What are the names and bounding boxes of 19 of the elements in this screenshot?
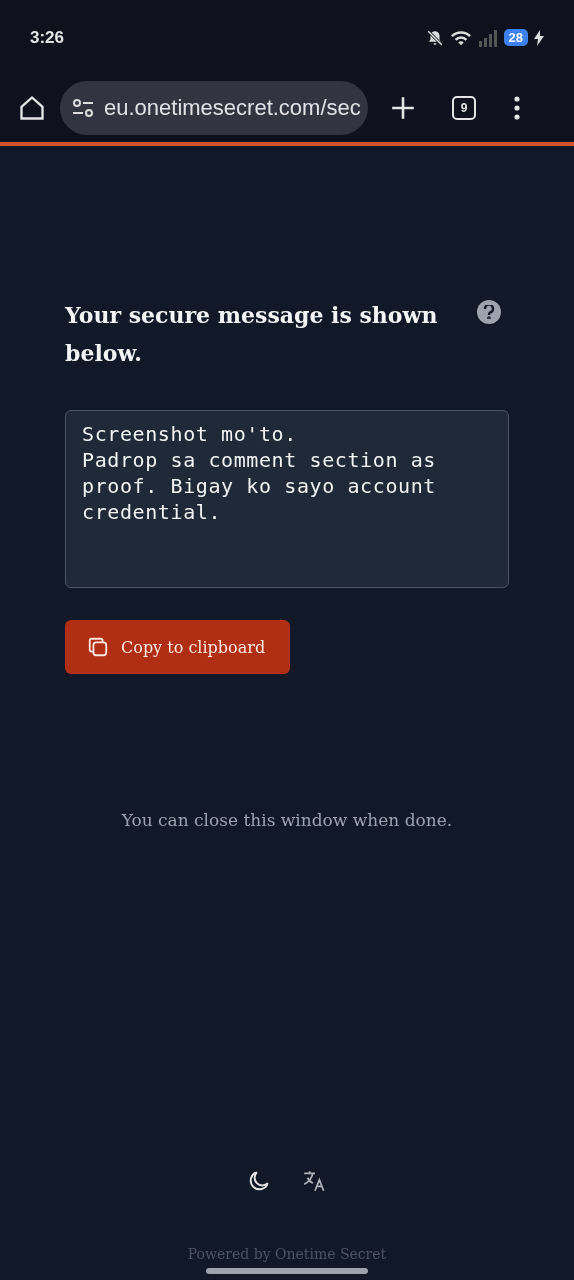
powered-by-text: Powered by Onetime Secret [186,1246,388,1262]
muted-bell-icon [425,28,444,47]
menu-button[interactable] [514,96,520,120]
tab-count-button[interactable]: 9 [452,96,476,120]
message-box[interactable]: Screenshot mo'to. Padrop sa comment section as proof. Bigay ko sayo account credential. [65,410,509,588]
page-heading: Your secure message is shown below. [65,301,439,368]
charging-icon [534,29,544,46]
help-icon[interactable] [477,300,501,324]
copy-icon [87,636,109,658]
home-button[interactable] [18,94,46,122]
close-window-note: You can close this window when done. [120,810,454,830]
wifi-icon [449,28,472,47]
address-bar[interactable]: eu.onetimesecret.com/sec [60,81,368,135]
battery-level: 28 [503,29,528,46]
signal-icon [477,28,498,47]
new-tab-button[interactable] [390,95,416,121]
copy-button[interactable]: Copy to clipboard [65,620,290,674]
status-time: 3:26 [30,27,65,48]
site-settings-icon [72,99,94,117]
